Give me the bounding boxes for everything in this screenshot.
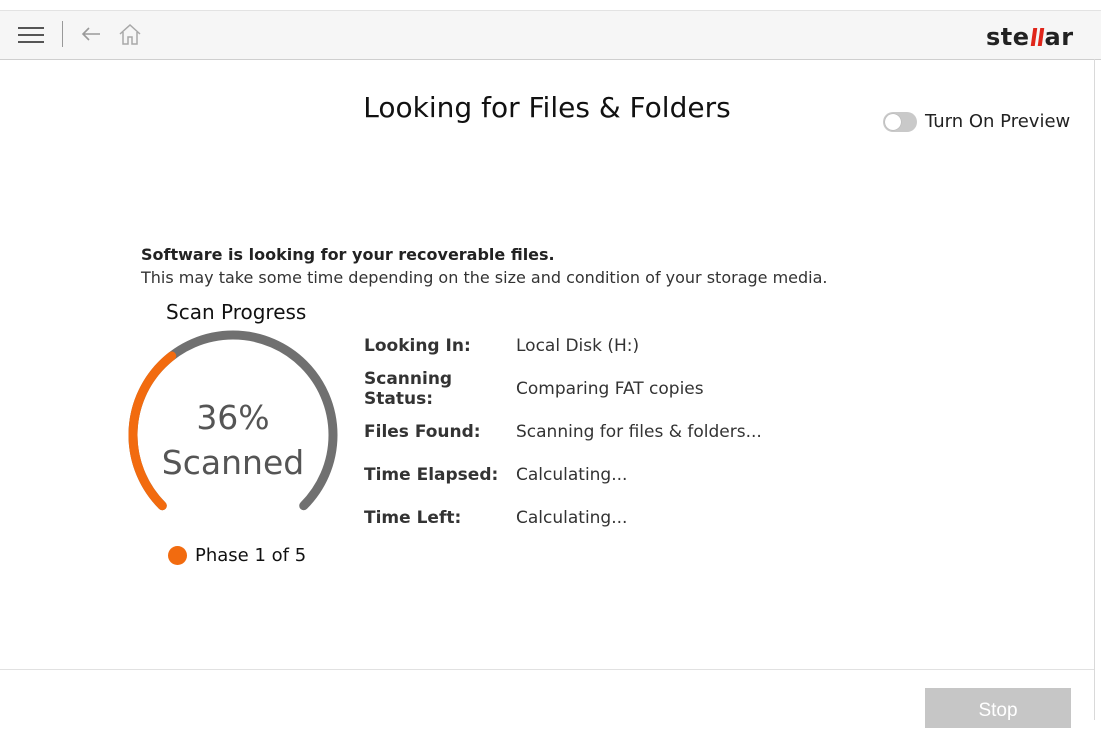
brand-mark [1030, 28, 1044, 46]
scan-progress-title: Scan Progress [166, 300, 307, 324]
detail-label: Scanning Status: [364, 368, 453, 409]
back-arrow-icon[interactable] [80, 23, 102, 45]
phase-text: Phase 1 of 5 [195, 545, 307, 566]
preview-toggle[interactable]: Turn On Preview [883, 111, 1070, 132]
footer-divider [0, 669, 1094, 670]
toggle-knob [885, 113, 901, 130]
detail-row-time-left: Time Left: Calculating... [364, 496, 762, 539]
detail-value: Calculating... [516, 507, 628, 528]
scan-details: Looking In: Local Disk (H:) Scanning Sta… [364, 324, 762, 539]
detail-row-looking-in: Looking In: Local Disk (H:) [364, 324, 762, 367]
detail-row-scanning-status: Scanning Status: Comparing FAT copies [364, 367, 762, 410]
preview-toggle-label: Turn On Preview [925, 111, 1071, 132]
detail-value: Calculating... [516, 464, 628, 485]
detail-value: Scanning for files & folders... [516, 421, 762, 442]
detail-value: Comparing FAT copies [516, 378, 704, 399]
scan-info-headline: Software is looking for your recoverable… [141, 245, 555, 264]
gauge-center-text: 36% Scanned [118, 396, 348, 486]
phase-dot [168, 546, 187, 565]
home-icon[interactable] [118, 22, 142, 46]
toggle-switch[interactable] [883, 111, 917, 132]
scan-scanned-label: Scanned [161, 443, 305, 482]
toolbar: ste ar [0, 11, 1101, 60]
detail-label: Time Elapsed: [364, 464, 499, 485]
toolbar-divider [62, 21, 63, 47]
scan-info-subline: This may take some time depending on the… [141, 268, 828, 287]
stellar-logo: ste ar [986, 23, 1074, 51]
stop-button[interactable]: Stop [925, 688, 1071, 728]
right-edge-rule [1094, 59, 1095, 720]
detail-label: Time Left: [364, 507, 462, 528]
detail-row-time-elapsed: Time Elapsed: Calculating... [364, 453, 762, 496]
brand-right: ar [1044, 23, 1074, 51]
scan-percent: 36% [196, 398, 270, 437]
hamburger-menu-icon[interactable] [18, 27, 44, 43]
detail-value: Local Disk (H:) [516, 335, 640, 356]
window-top-strip [0, 0, 1101, 11]
phase-indicator: Phase 1 of 5 [168, 545, 306, 566]
detail-label: Files Found: [364, 421, 481, 442]
detail-label: Looking In: [364, 335, 471, 356]
brand-left: ste [986, 23, 1030, 51]
detail-row-files-found: Files Found: Scanning for files & folder… [364, 410, 762, 453]
